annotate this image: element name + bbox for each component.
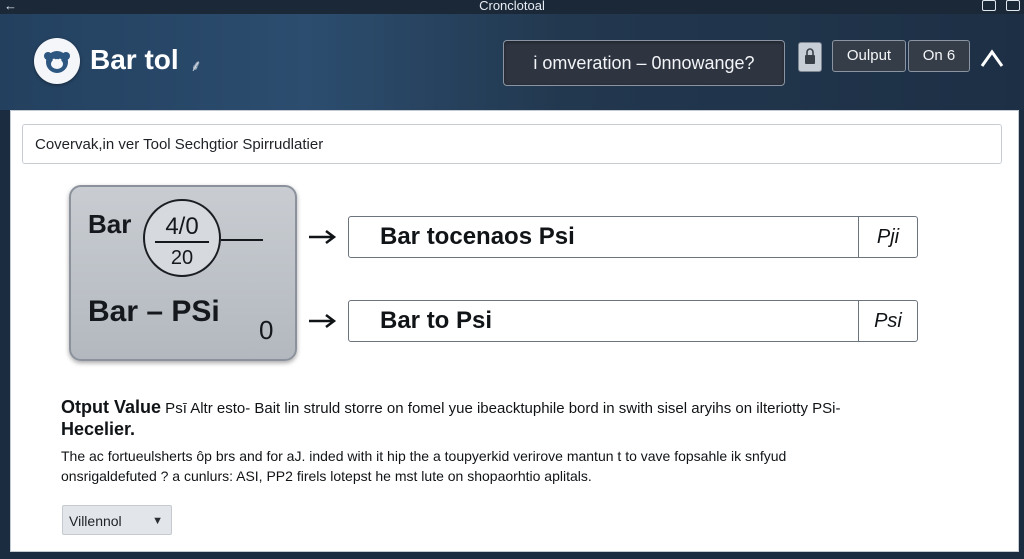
sheep-logo-icon — [34, 38, 80, 84]
unit-dropdown[interactable]: Villennol ▼ — [62, 505, 172, 535]
window-controls — [982, 0, 1020, 11]
chevron-up-icon[interactable] — [978, 44, 1006, 72]
window-title: Cronclotoal — [479, 0, 545, 13]
result-row-2[interactable]: Bar to Psi Psi — [348, 300, 918, 342]
minimize-icon[interactable] — [982, 0, 996, 11]
output-value-heading: Otput Value Psī Altr esto- Bait lin stru… — [61, 397, 961, 441]
right-arrow-icon — [309, 230, 337, 244]
section-title: Covervak,in ver Tool Sechgtior Spirrudla… — [22, 124, 1002, 164]
chevron-down-icon: ▼ — [152, 515, 163, 527]
description-line-1: The ac fortueulsherts ôp brs and for aJ.… — [61, 448, 787, 464]
app-header: Bar tol ⸙ i omveration – 0nnowange? Oulp… — [0, 14, 1024, 110]
output-heading-title: Otput Value — [61, 397, 162, 417]
result-row-1[interactable]: Bar tocenaos Psi Pji — [348, 216, 918, 258]
search-input[interactable]: i omveration – 0nnowange? — [503, 40, 785, 86]
gauge-circle: 4/0 20 — [143, 199, 221, 277]
lock-icon — [805, 48, 815, 64]
description-text: The ac fortueulsherts ôp brs and for aJ.… — [61, 446, 991, 486]
result-row-text: Bar tocenaos Psi — [380, 223, 575, 250]
card-formula-subscript: 0 — [259, 315, 274, 345]
card-formula: Bar – PSi — [88, 295, 220, 328]
close-icon[interactable] — [1006, 0, 1020, 11]
dropdown-value: Villennol — [69, 513, 122, 529]
app-title: Bar tol — [90, 44, 179, 75]
output-heading-unit: Psī — [161, 400, 187, 417]
result-row-text: Bar to Psi — [380, 307, 493, 334]
gauge-top-value: 4/0 — [165, 213, 199, 240]
title-bar: ← Cronclotoal — [0, 0, 1024, 14]
gauge-bottom-value: 20 — [170, 247, 194, 269]
description-line-2: onsrigaldefuted ? a cunlurs: ASI, PP2 fi… — [61, 468, 592, 484]
gauge-divider — [155, 241, 209, 243]
back-arrow-icon[interactable]: ← — [4, 0, 17, 12]
output-heading-text: Altr esto- Bait lin struld storre on fom… — [186, 400, 841, 417]
gauge-tail-line — [221, 239, 263, 241]
card-bar-label: Bar — [88, 209, 132, 239]
output-button[interactable]: Oulput — [832, 40, 906, 72]
result-row-unit: Psi — [858, 301, 917, 341]
converter-card: Bar 4/0 20 Bar – PSi 0 — [69, 185, 297, 361]
right-arrow-icon — [309, 314, 337, 328]
result-row-unit: Pji — [858, 217, 917, 257]
output-heading-tail: Hecelier. — [61, 419, 136, 439]
main-panel: Covervak,in ver Tool Sechgtior Spirrudla… — [10, 110, 1019, 552]
on-toggle-button[interactable]: On 6 — [908, 40, 970, 72]
lock-button[interactable] — [798, 42, 822, 72]
title-glyph: ⸙ — [190, 58, 203, 75]
